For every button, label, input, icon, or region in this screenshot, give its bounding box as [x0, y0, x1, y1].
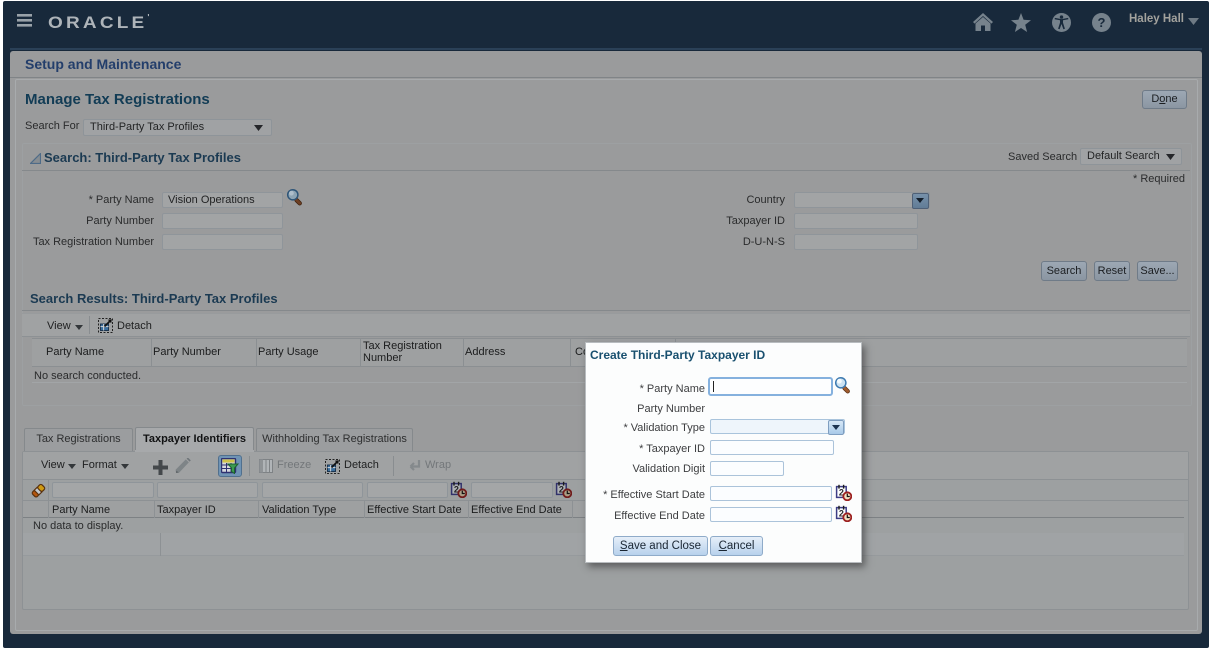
svg-text:?: ? [1098, 15, 1106, 30]
